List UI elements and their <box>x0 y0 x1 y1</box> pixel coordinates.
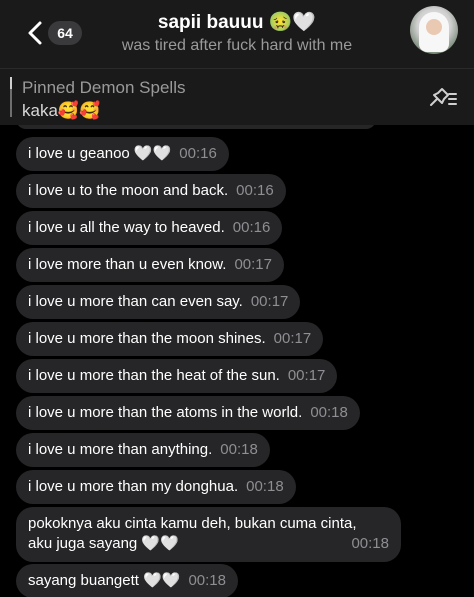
message-time: 00:16 <box>179 145 217 162</box>
message-time: 00:18 <box>351 535 389 552</box>
chat-title[interactable]: sapii bauuu 🤢🤍 <box>0 10 474 34</box>
message-bubble[interactable]: i love u all the way to heaved. 00:16 <box>16 211 283 245</box>
message-text: pokoknya aku cinta kamu deh, bukan cuma … <box>28 515 357 532</box>
message-text: i love u more than my donghua. <box>28 478 239 495</box>
message-text: i love u more than anything. <box>28 441 213 458</box>
message-text: aku juga sayang 🤍🤍 <box>28 535 179 552</box>
pinned-message-bar[interactable]: Pinned Demon Spells kaka🥰🥰 <box>0 68 474 125</box>
pinned-indicator <box>10 77 12 117</box>
message-time: 00:18 <box>310 404 348 421</box>
message-bubble[interactable]: pokoknya aku cinta kamu deh, bukan cuma … <box>16 507 401 562</box>
message-text: i love u to the moon and back. <box>28 182 229 199</box>
chat-subtitle[interactable]: was tired after fuck hard with me <box>0 37 474 55</box>
message-text: i love more than u even know. <box>28 256 227 273</box>
pinned-title: Pinned Demon Spells <box>22 78 186 97</box>
message-time: 00:17 <box>250 293 289 310</box>
message-time: 00:18 <box>246 478 284 495</box>
message-time: 00:18 <box>220 441 258 458</box>
message-text: i love u all the way to heaved. <box>28 219 225 236</box>
message-bubble[interactable]: i love u more than can even say. 00:17 <box>16 285 301 319</box>
previous-message-bubble <box>16 125 376 129</box>
avatar[interactable] <box>410 6 458 54</box>
pinned-text: kaka🥰🥰 <box>22 101 101 120</box>
message-text: i love u more than the atoms in the worl… <box>28 404 303 421</box>
message-bubble[interactable]: i love u geanoo 🤍🤍 00:16 <box>16 137 229 171</box>
pinned-list-icon[interactable] <box>428 85 458 109</box>
message-bubble[interactable]: i love u more than the heat of the sun. 0… <box>16 359 338 393</box>
message-bubble[interactable]: i love u more than the moon shines. 00:17 <box>16 322 324 356</box>
message-time: 00:16 <box>232 219 271 236</box>
message-time: 00:18 <box>188 572 226 589</box>
message-text: i love u more than the moon shines. <box>28 330 266 347</box>
message-text: i love u more than the heat of the sun. <box>28 367 280 384</box>
message-time: 00:17 <box>287 367 326 384</box>
message-text: i love u geanoo 🤍🤍 <box>28 145 172 162</box>
message-bubble[interactable]: i love u more than anything. 00:18 <box>16 433 270 467</box>
message-bubble[interactable]: i love u to the moon and back. 00:16 <box>16 174 286 208</box>
message-time: 00:17 <box>234 256 272 273</box>
message-list[interactable]: i love u geanoo 🤍🤍 00:16 i love u to the … <box>0 125 474 597</box>
message-bubble[interactable]: i love u more than my donghua. 00:18 <box>16 470 296 504</box>
message-time: 00:17 <box>273 330 312 347</box>
message-bubble[interactable]: i love u more than the atoms in the worl… <box>16 396 360 430</box>
message-text: sayang buangett 🤍🤍 <box>28 572 181 589</box>
chat-header: 64 sapii bauuu 🤢🤍 was tired after fuck h… <box>0 0 474 68</box>
avatar-face-shape <box>426 19 442 35</box>
message-text: i love u more than can even say. <box>28 293 243 310</box>
message-bubble[interactable]: sayang buangett 🤍🤍 00:18 <box>16 564 238 597</box>
message-time: 00:16 <box>236 182 274 199</box>
message-bubble[interactable]: i love more than u even know. 00:17 <box>16 248 284 282</box>
